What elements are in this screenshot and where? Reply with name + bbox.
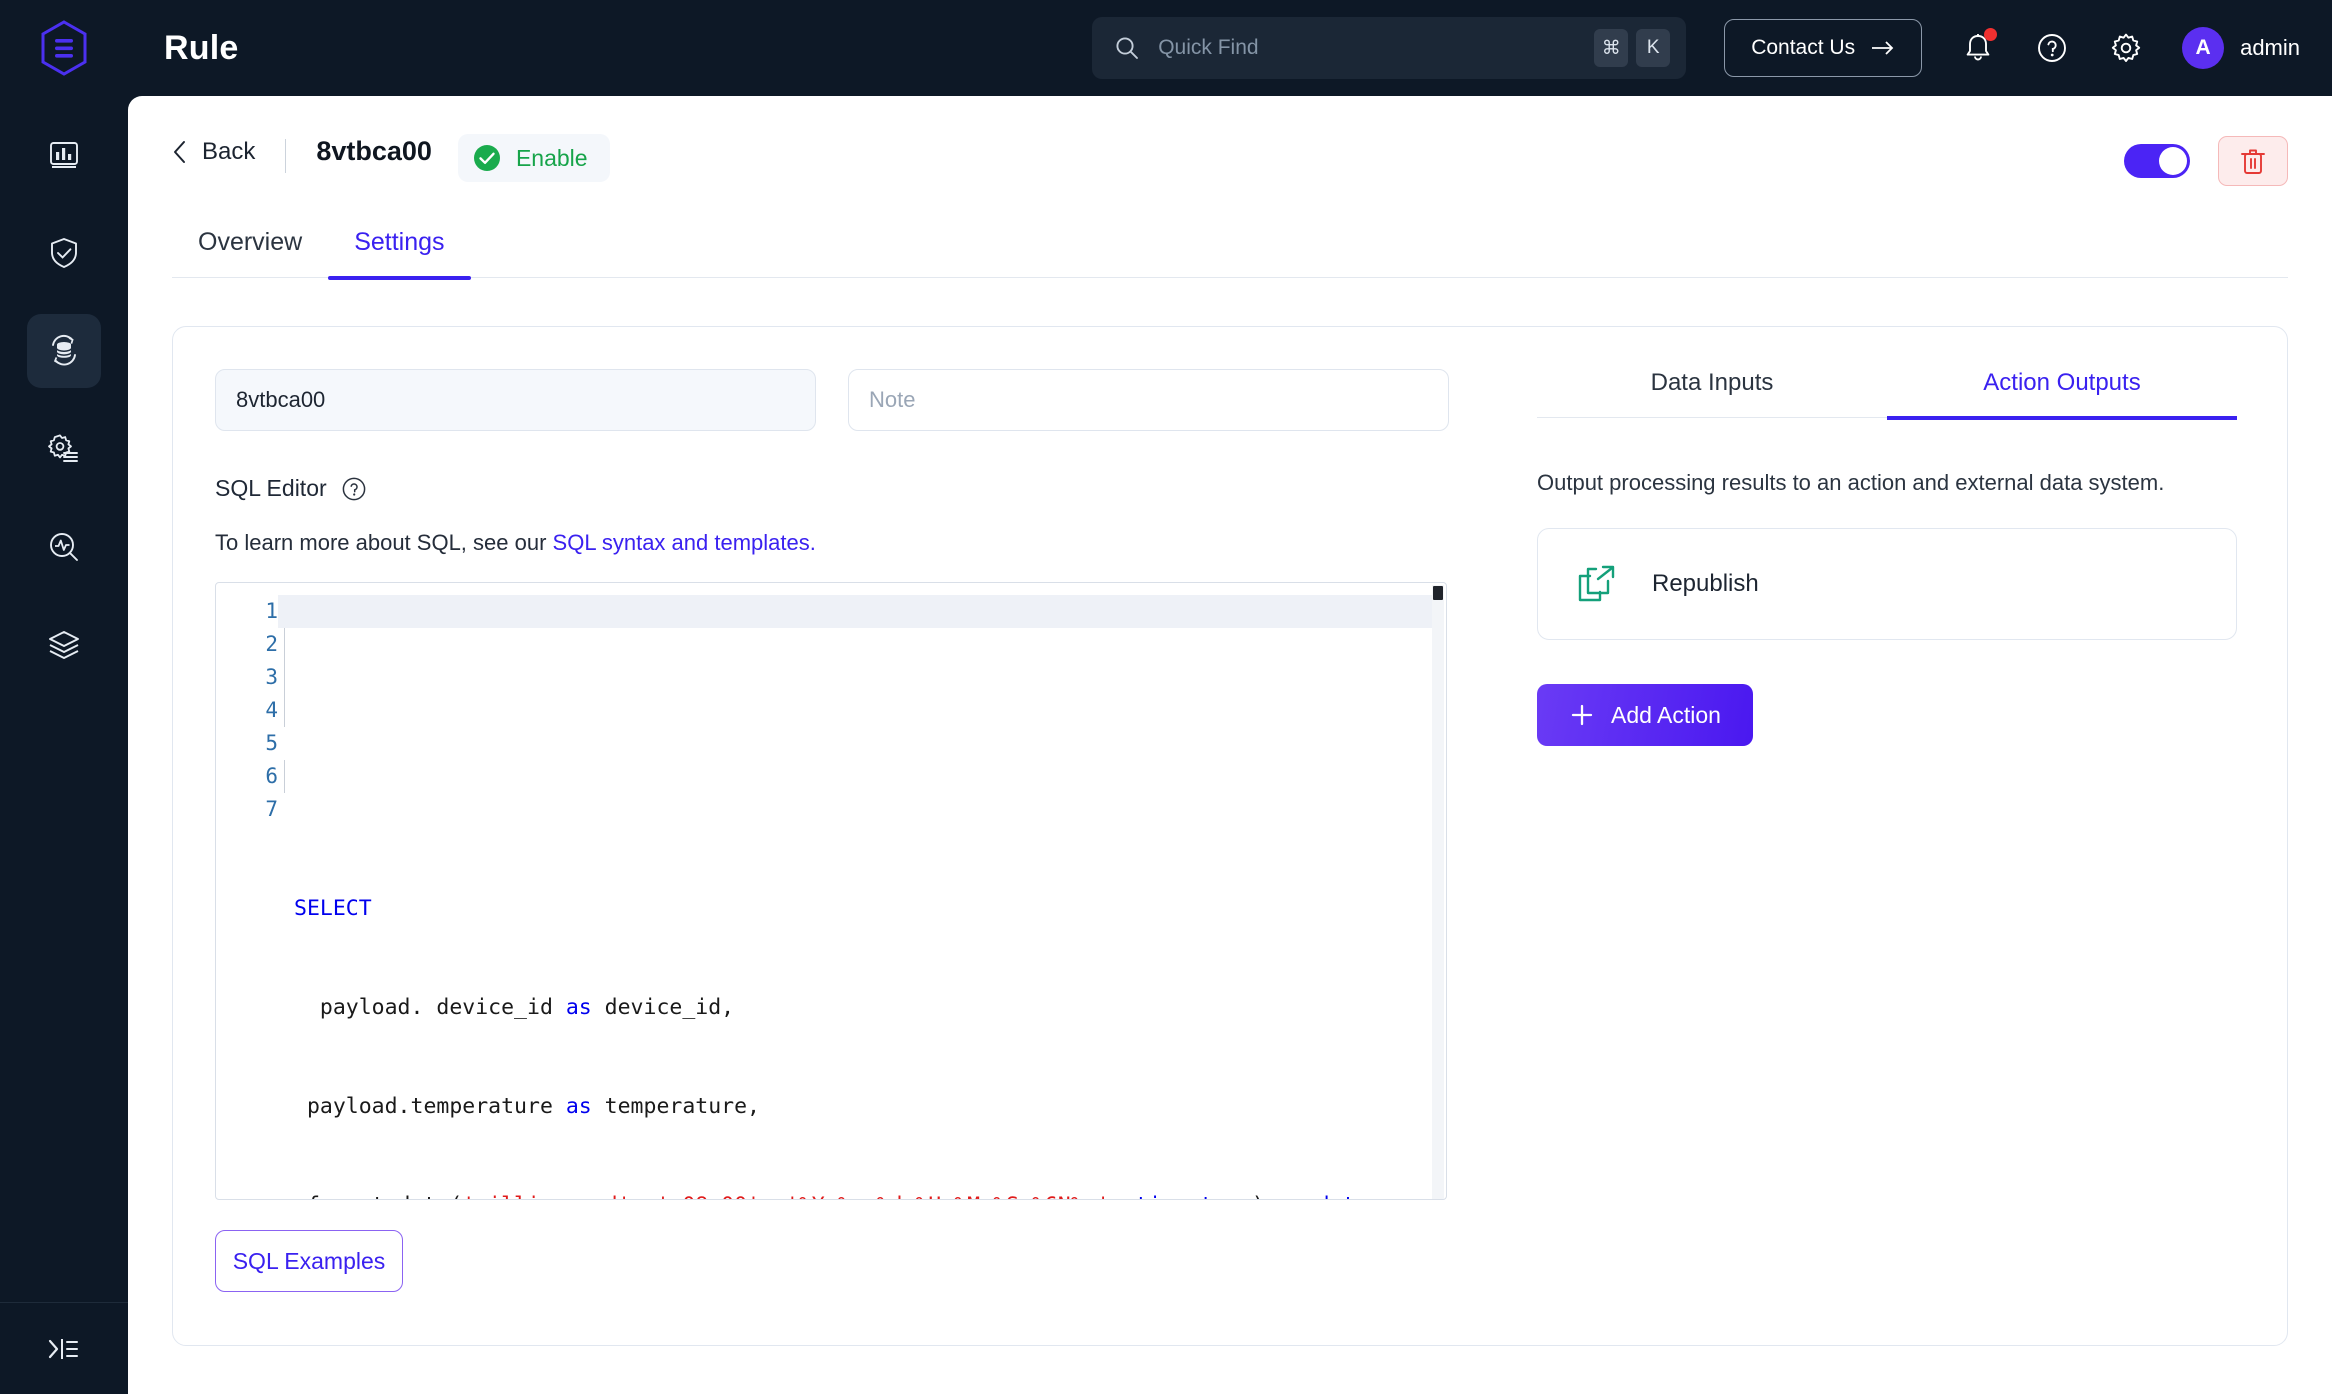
- settings-panels: 8vtbca00 Note SQL Editor To learn more a…: [172, 326, 2288, 1346]
- line-number: 1: [265, 599, 278, 623]
- search-input[interactable]: [1158, 36, 1587, 60]
- notification-badge: [1984, 28, 1998, 41]
- quick-find-container[interactable]: ⌘ K: [1092, 17, 1687, 79]
- monitor-search-icon: [50, 533, 78, 561]
- back-label: Back: [202, 138, 256, 165]
- line-number: 5: [265, 731, 278, 755]
- rule-name-input[interactable]: 8vtbca00: [215, 369, 816, 431]
- trash-icon: [2241, 149, 2265, 174]
- sidebar-item-data-integration[interactable]: [27, 314, 101, 388]
- expand-sidebar-icon: [48, 1338, 78, 1359]
- add-action-label: Add Action: [1611, 701, 1721, 728]
- sidebar-item-layers[interactable]: [27, 608, 101, 682]
- sidebar: [0, 96, 128, 1394]
- sql-panel: 8vtbca00 Note SQL Editor To learn more a…: [173, 327, 1491, 1345]
- line-number: 6: [265, 764, 278, 788]
- top-bar: Rule ⌘ K Contact Us: [0, 0, 2332, 96]
- contact-us-button[interactable]: Contact Us: [1724, 19, 1923, 77]
- settings-button[interactable]: [2104, 26, 2148, 70]
- sidebar-item-diagnose[interactable]: [27, 510, 101, 584]
- search-kbd-key: K: [1636, 29, 1671, 67]
- sidebar-collapse-button[interactable]: [0, 1302, 128, 1394]
- help-button[interactable]: [2030, 26, 2074, 70]
- username-label: admin: [2240, 35, 2300, 60]
- action-card-republish[interactable]: Republish: [1537, 528, 2237, 640]
- code-line-3: payload.temperature as temperature,: [294, 1094, 760, 1119]
- layers-icon: [49, 631, 79, 659]
- editor-code-area[interactable]: SELECT payload. device_id as device_id, …: [278, 583, 1446, 1199]
- tab-settings[interactable]: Settings: [328, 228, 471, 280]
- indent-guide: [284, 628, 285, 661]
- fields-row: 8vtbca00 Note: [215, 369, 1449, 431]
- hexagon-list-logo-icon: [41, 20, 87, 76]
- code-line-1: SELECT: [294, 896, 372, 921]
- add-action-button[interactable]: Add Action: [1537, 684, 1753, 746]
- indent-guide: [284, 661, 285, 694]
- shield-check-icon: [51, 238, 77, 268]
- editor-scrollbar[interactable]: [1432, 585, 1444, 1199]
- tab-overview[interactable]: Overview: [172, 228, 328, 277]
- main-content: Back 8vtbca00 Enable Overview Settings 8…: [128, 96, 2332, 1394]
- editor-scrollbar-thumb[interactable]: [1433, 586, 1443, 600]
- indent-guide: [284, 760, 285, 793]
- line-number: 7: [265, 797, 278, 821]
- dashboard-chart-icon: [50, 142, 78, 168]
- active-line-highlight: [278, 595, 1432, 628]
- sql-editor-label: SQL Editor: [215, 475, 327, 501]
- search-icon: [1116, 37, 1139, 59]
- gear-rules-icon: [48, 434, 78, 462]
- editor-line-numbers: 1 2 3 4 5 6 7: [216, 583, 278, 1199]
- io-panel: Data Inputs Action Outputs Output proces…: [1491, 327, 2287, 1345]
- contact-us-label: Contact Us: [1751, 36, 1856, 59]
- sidebar-item-security[interactable]: [27, 216, 101, 290]
- check-circle-icon: [473, 145, 500, 171]
- sql-editor-label-row: SQL Editor: [215, 475, 1449, 502]
- page-header: Back 8vtbca00 Enable: [128, 96, 2332, 186]
- sql-editor[interactable]: 1 2 3 4 5 6 7 SELECT payload. device_id …: [215, 582, 1447, 1200]
- code-line-2: payload. device_id as device_id,: [294, 995, 735, 1020]
- app-title: Rule: [164, 28, 239, 67]
- sql-hint: To learn more about SQL, see our SQL syn…: [215, 530, 1449, 556]
- io-description: Output processing results to an action a…: [1537, 470, 2165, 495]
- action-name-label: Republish: [1652, 570, 1759, 597]
- indent-guide: [284, 694, 285, 727]
- notifications-button[interactable]: [1956, 26, 2000, 70]
- toggle-knob: [2159, 147, 2187, 175]
- search-kbd-modifier: ⌘: [1594, 29, 1629, 67]
- note-input[interactable]: Note: [848, 369, 1449, 431]
- gear-icon: [2111, 33, 2141, 62]
- avatar[interactable]: A: [2182, 27, 2225, 69]
- status-label: Enable: [515, 144, 588, 171]
- code-lines: SELECT payload. device_id as device_id, …: [294, 826, 1446, 1199]
- header-divider: [285, 139, 287, 173]
- tab-data-inputs[interactable]: Data Inputs: [1537, 369, 1887, 417]
- sql-examples-button[interactable]: SQL Examples: [215, 1230, 403, 1292]
- line-number: 3: [265, 665, 278, 689]
- line-number: 4: [265, 698, 278, 722]
- line-number: 2: [265, 632, 278, 656]
- code-line-4: format_date('millisecond', '+08:00', '%Y…: [294, 1189, 1446, 1199]
- question-circle-icon[interactable]: [341, 476, 367, 502]
- page-title: 8vtbca00: [316, 136, 432, 166]
- tab-action-outputs[interactable]: Action Outputs: [1887, 369, 2237, 420]
- io-tabs: Data Inputs Action Outputs: [1537, 369, 2237, 420]
- page-tabs: Overview Settings: [172, 228, 2288, 280]
- app-root: Rule ⌘ K Contact Us: [0, 0, 2332, 1394]
- status-badge[interactable]: Enable: [457, 134, 610, 182]
- sql-syntax-link[interactable]: SQL syntax and templates.: [553, 530, 816, 555]
- enable-toggle[interactable]: [2124, 144, 2190, 178]
- delete-button[interactable]: [2218, 136, 2288, 186]
- sidebar-item-rules[interactable]: [27, 412, 101, 486]
- plus-icon: [1571, 704, 1593, 726]
- republish-export-icon: [1578, 565, 1615, 602]
- data-integration-icon: [52, 334, 76, 366]
- sidebar-item-dashboard[interactable]: [27, 118, 101, 192]
- sql-hint-prefix: To learn more about SQL, see our: [215, 530, 553, 555]
- question-circle-icon: [2038, 34, 2067, 62]
- chevron-left-icon: [174, 141, 185, 163]
- page-header-actions: [2124, 134, 2288, 186]
- app-logo[interactable]: [0, 0, 128, 96]
- back-button[interactable]: Back: [172, 134, 255, 166]
- arrow-right-icon: [1872, 41, 1894, 55]
